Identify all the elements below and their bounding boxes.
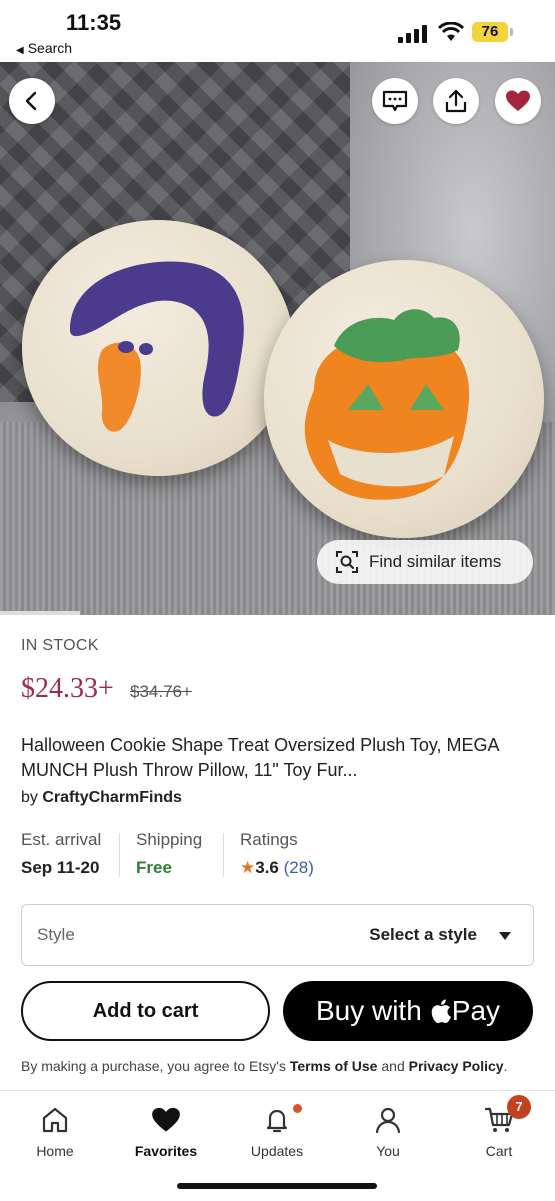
price: $24.33+ (21, 673, 114, 704)
legal-suffix: . (503, 1058, 508, 1074)
ratings[interactable]: Ratings ★3.6 (28) (240, 830, 314, 878)
signal-icon (398, 25, 430, 43)
star-icon: ★ (240, 858, 256, 877)
arrival-value: Sep 11-20 (21, 858, 100, 877)
find-similar-label: Find similar items (369, 552, 502, 571)
favorite-button[interactable] (495, 78, 541, 124)
original-price: $34.76+ (130, 682, 192, 701)
person-icon (375, 1107, 401, 1134)
heart-icon (152, 1107, 180, 1132)
back-triangle-icon: ◀ (16, 45, 24, 56)
apple-pay-mark: Pay (430, 995, 500, 1027)
tab-you[interactable]: You (343, 1103, 433, 1159)
product-title: Halloween Cookie Shape Treat Oversized P… (21, 735, 499, 780)
home-icon (42, 1107, 68, 1133)
apple-logo-icon (431, 999, 451, 1024)
privacy-link[interactable]: Privacy Policy (409, 1058, 504, 1074)
shipping-value: Free (136, 858, 172, 877)
updates-notification-dot (293, 1104, 302, 1113)
battery-tip (510, 28, 513, 36)
legal-prefix: By making a purchase, you agree to Etsy'… (21, 1058, 286, 1074)
style-value: Select a style (369, 925, 477, 944)
add-to-cart-button[interactable]: Add to cart (21, 981, 270, 1041)
bell-icon (266, 1109, 288, 1133)
meta-divider (119, 833, 120, 877)
pay-label: Pay (451, 995, 501, 1026)
apple-pay-button[interactable]: Buy with Pay (283, 981, 533, 1041)
stock-status: IN STOCK (21, 637, 99, 654)
product-image[interactable]: Find similar items (0, 62, 555, 615)
back-app-label: Search (27, 40, 73, 56)
message-icon (382, 90, 408, 112)
legal-text: By making a purchase, you agree to Etsy'… (21, 1058, 541, 1074)
tab-updates[interactable]: Updates (232, 1103, 322, 1159)
home-indicator (177, 1183, 377, 1189)
share-button[interactable] (433, 78, 479, 124)
battery-icon: 76 (472, 22, 508, 42)
share-icon (445, 89, 467, 113)
shop-name-link[interactable]: CraftyCharmFinds (42, 789, 182, 806)
pumpkin-applique (304, 309, 470, 500)
rating-count-link[interactable]: (28) (284, 858, 314, 877)
estimated-arrival: Est. arrival Sep 11-20 (21, 830, 101, 878)
legal-and: and (381, 1058, 405, 1074)
cart-count-badge: 7 (507, 1095, 531, 1119)
shipping-label: Shipping (136, 830, 203, 849)
image-progress-indicator (0, 611, 80, 615)
status-bar: 11:35 ◀ Search 76 (0, 0, 555, 62)
tab-label: Cart (485, 1143, 513, 1159)
message-button[interactable] (372, 78, 418, 124)
ratings-label: Ratings (240, 830, 298, 849)
ratings-value: ★3.6 (28) (240, 858, 314, 878)
buy-with-label: Buy with (315, 995, 422, 1026)
pumpkin-pillow (264, 260, 544, 538)
tab-label: Updates (250, 1143, 304, 1159)
shop-byline: by CraftyCharmFinds (21, 789, 182, 807)
back-to-search[interactable]: ◀ Search (16, 40, 72, 56)
style-label: Style (37, 925, 75, 944)
ghost-applique (70, 261, 244, 432)
status-time: 11:35 (66, 10, 122, 35)
meta-divider (223, 833, 224, 877)
by-label: by (21, 789, 38, 806)
caret-down-icon (499, 932, 511, 940)
back-button[interactable] (9, 78, 55, 124)
wifi-icon (437, 21, 465, 47)
terms-link[interactable]: Terms of Use (290, 1058, 378, 1074)
back-arrow-icon (25, 91, 37, 111)
tab-label: Favorites (134, 1143, 198, 1159)
find-similar-button[interactable]: Find similar items (317, 540, 533, 584)
visual-search-icon (335, 550, 359, 574)
heart-icon (506, 90, 530, 111)
shipping: Shipping Free (136, 830, 202, 878)
tab-label: Home (36, 1143, 74, 1159)
tab-home[interactable]: Home (10, 1103, 100, 1159)
tab-favorites[interactable]: Favorites (121, 1103, 211, 1159)
style-select[interactable]: Style Select a style (21, 904, 534, 966)
arrival-label: Est. arrival (21, 830, 102, 849)
ghost-pillow (22, 220, 294, 476)
tab-label: You (376, 1143, 400, 1159)
rating-number: 3.6 (255, 858, 279, 877)
tab-cart[interactable]: Cart (454, 1103, 544, 1159)
